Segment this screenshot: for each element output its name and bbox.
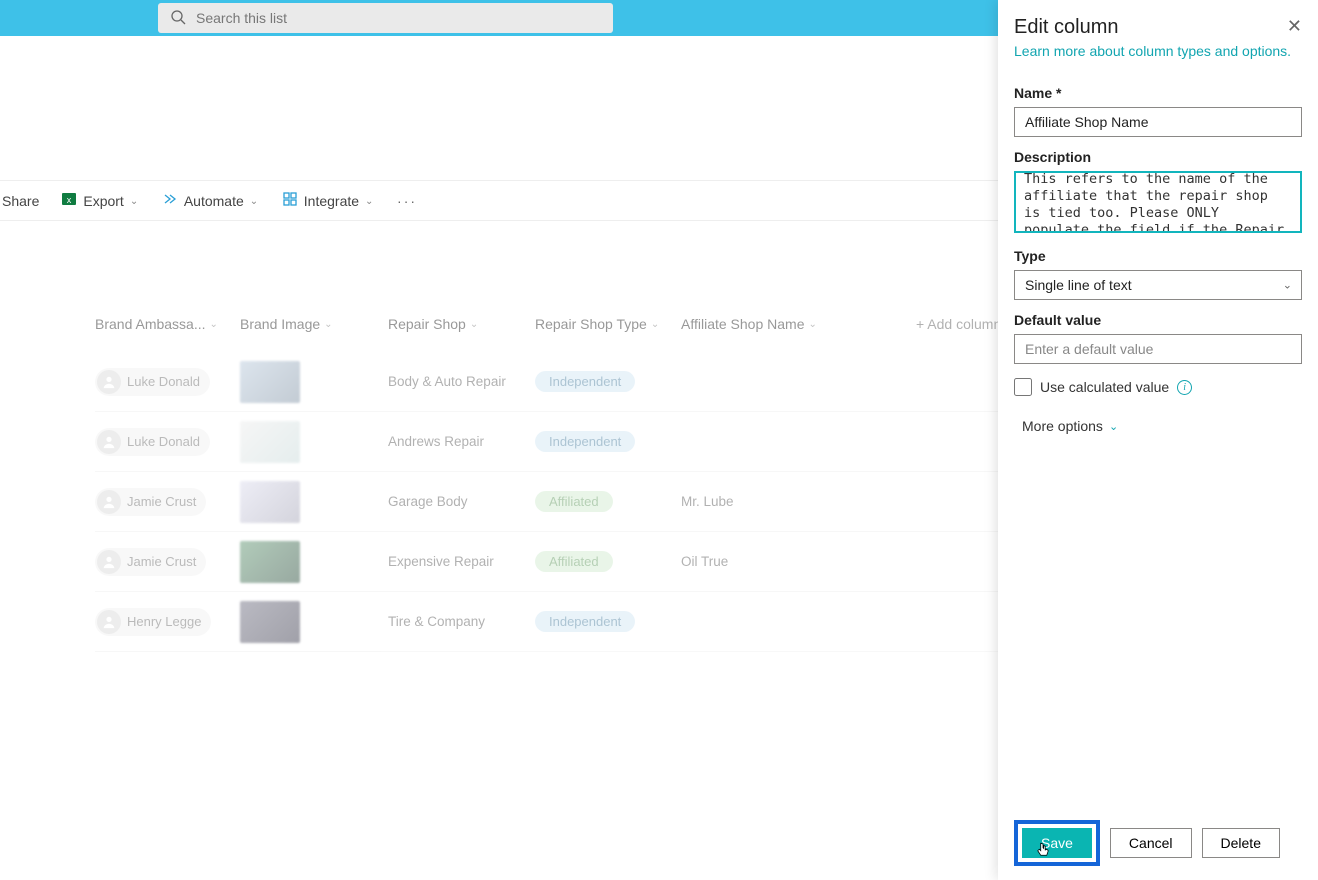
- col-label: Repair Shop: [388, 316, 466, 332]
- chevron-down-icon: ⌄: [470, 319, 478, 330]
- avatar-icon: [97, 430, 121, 454]
- export-label: Export: [83, 193, 123, 209]
- delete-button[interactable]: Delete: [1202, 828, 1280, 858]
- automate-label: Automate: [184, 193, 244, 209]
- search-icon: [170, 9, 186, 28]
- panel-title: Edit column: [1014, 16, 1119, 39]
- repair-type-pill: Independent: [535, 371, 635, 392]
- edit-column-panel: Edit column ✕ Learn more about column ty…: [998, 0, 1318, 880]
- avatar-icon: [97, 490, 121, 514]
- chevron-down-icon: ⌄: [651, 319, 659, 330]
- name-input[interactable]: [1014, 107, 1302, 137]
- repair-type-pill: Independent: [535, 611, 635, 632]
- ambassador-name: Henry Legge: [127, 614, 201, 629]
- avatar-icon: [97, 370, 121, 394]
- ambassador-chip[interactable]: Henry Legge: [95, 608, 211, 636]
- panel-footer: Save Cancel Delete: [1014, 806, 1302, 880]
- affiliate-name-text: Oil True: [681, 554, 728, 569]
- repair-type-pill: Independent: [535, 431, 635, 452]
- cancel-button[interactable]: Cancel: [1110, 828, 1192, 858]
- avatar-icon: [97, 610, 121, 634]
- integrate-label: Integrate: [304, 193, 359, 209]
- repair-shop-text: Expensive Repair: [388, 554, 494, 569]
- col-label: Brand Ambassa...: [95, 316, 206, 332]
- integrate-icon: [282, 191, 298, 210]
- automate-icon: [162, 191, 178, 210]
- chevron-down-icon: ⌄: [808, 319, 816, 330]
- affiliate-name-text: Mr. Lube: [681, 494, 734, 509]
- brand-image-thumb[interactable]: [240, 601, 300, 643]
- ambassador-name: Jamie Crust: [127, 554, 196, 569]
- ambassador-chip[interactable]: Luke Donald: [95, 428, 210, 456]
- brand-image-thumb[interactable]: [240, 481, 300, 523]
- chevron-down-icon: ⌄: [210, 319, 218, 330]
- chevron-down-icon: ⌄: [365, 196, 375, 206]
- type-select[interactable]: Single line of text: [1014, 270, 1302, 300]
- save-button-highlight: Save: [1014, 820, 1100, 866]
- save-button[interactable]: Save: [1022, 828, 1092, 858]
- col-header-ambassador[interactable]: Brand Ambassa... ⌄: [95, 316, 240, 332]
- info-icon[interactable]: i: [1177, 380, 1192, 395]
- more-commands[interactable]: ···: [397, 193, 417, 209]
- col-header-image[interactable]: Brand Image ⌄: [240, 316, 388, 332]
- more-options-toggle[interactable]: More options ⌄: [1014, 418, 1302, 434]
- export-command[interactable]: x Export ⌄: [61, 191, 139, 210]
- brand-image-thumb[interactable]: [240, 421, 300, 463]
- name-label: Name *: [1014, 85, 1302, 101]
- share-label: Share: [2, 193, 39, 209]
- brand-image-thumb[interactable]: [240, 361, 300, 403]
- default-value-input[interactable]: [1014, 334, 1302, 364]
- panel-body: Name * Description Type Single line of t…: [1014, 73, 1302, 806]
- share-command[interactable]: Share: [2, 193, 39, 209]
- chevron-down-icon: ⌄: [1109, 420, 1118, 433]
- ambassador-chip[interactable]: Luke Donald: [95, 368, 210, 396]
- chevron-down-icon: ⌄: [130, 196, 140, 206]
- col-label: Affiliate Shop Name: [681, 316, 804, 332]
- more-options-label: More options: [1022, 418, 1103, 434]
- repair-shop-text: Garage Body: [388, 494, 468, 509]
- search-input[interactable]: [196, 10, 601, 26]
- excel-icon: x: [61, 191, 77, 210]
- ambassador-name: Luke Donald: [127, 434, 200, 449]
- learn-more-link[interactable]: Learn more about column types and option…: [1014, 43, 1302, 59]
- search-box[interactable]: [158, 3, 613, 33]
- add-column-label: + Add column: [916, 316, 1001, 332]
- avatar-icon: [97, 550, 121, 574]
- repair-shop-text: Body & Auto Repair: [388, 374, 506, 389]
- description-textarea[interactable]: [1014, 171, 1302, 233]
- default-value-label: Default value: [1014, 312, 1302, 328]
- ambassador-name: Luke Donald: [127, 374, 200, 389]
- col-label: Repair Shop Type: [535, 316, 647, 332]
- ambassador-chip[interactable]: Jamie Crust: [95, 488, 206, 516]
- close-icon[interactable]: ✕: [1287, 16, 1302, 37]
- chevron-down-icon: ⌄: [250, 196, 260, 206]
- col-header-repair-shop[interactable]: Repair Shop ⌄: [388, 316, 535, 332]
- brand-image-thumb[interactable]: [240, 541, 300, 583]
- repair-shop-text: Tire & Company: [388, 614, 485, 629]
- type-label: Type: [1014, 248, 1302, 264]
- automate-command[interactable]: Automate ⌄: [162, 191, 260, 210]
- repair-type-pill: Affiliated: [535, 491, 613, 512]
- calculated-value-label: Use calculated value: [1040, 379, 1169, 395]
- ambassador-name: Jamie Crust: [127, 494, 196, 509]
- ambassador-chip[interactable]: Jamie Crust: [95, 548, 206, 576]
- chevron-down-icon: ⌄: [324, 319, 332, 330]
- calculated-value-checkbox[interactable]: [1014, 378, 1032, 396]
- integrate-command[interactable]: Integrate ⌄: [282, 191, 375, 210]
- description-label: Description: [1014, 149, 1302, 165]
- repair-shop-text: Andrews Repair: [388, 434, 484, 449]
- repair-type-pill: Affiliated: [535, 551, 613, 572]
- add-column-button[interactable]: + Add column: [916, 316, 1001, 332]
- col-header-repair-type[interactable]: Repair Shop Type ⌄: [535, 316, 681, 332]
- col-label: Brand Image: [240, 316, 320, 332]
- svg-text:x: x: [67, 195, 72, 205]
- col-header-affiliate-name[interactable]: Affiliate Shop Name ⌄: [681, 316, 916, 332]
